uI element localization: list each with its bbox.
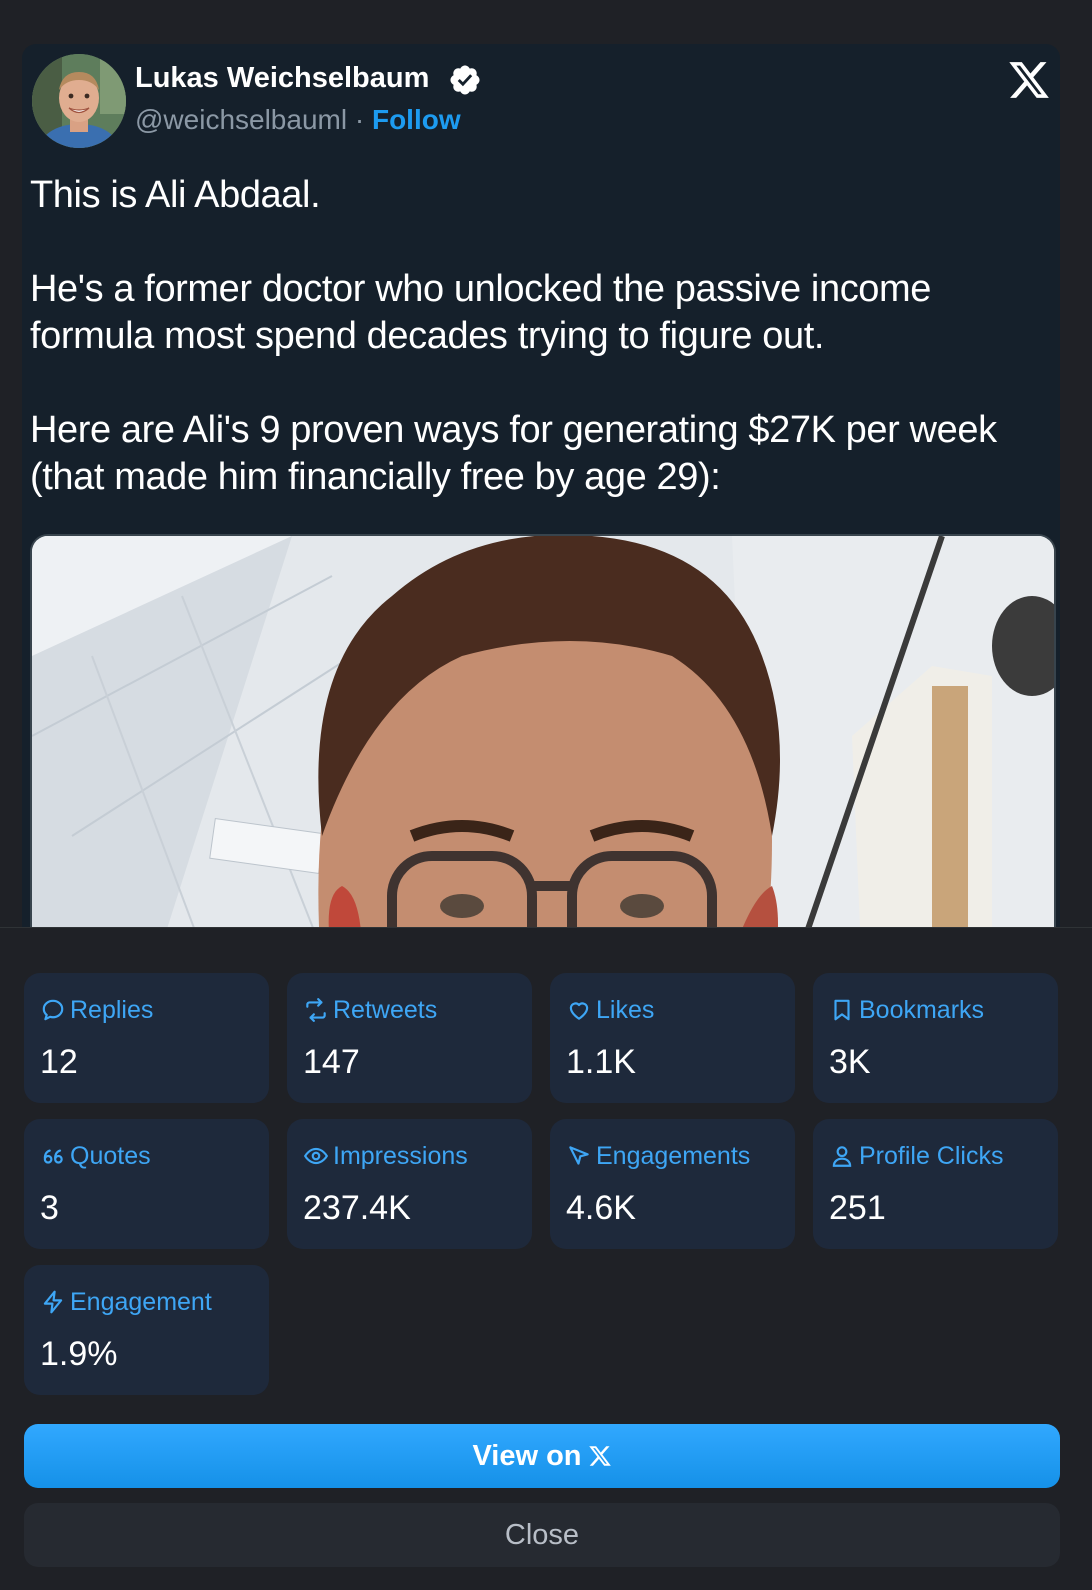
x-logo-icon[interactable]: [1006, 58, 1052, 102]
stat-card-engagement-rate: Engagement 1.9%: [24, 1265, 269, 1395]
photo-image: [32, 536, 1054, 927]
reply-icon: [42, 999, 64, 1021]
bookmark-icon: [834, 999, 850, 1021]
stat-label: Impressions: [333, 1141, 468, 1170]
avatar[interactable]: [32, 54, 126, 148]
stat-label-row: Engagement: [40, 1287, 269, 1317]
verified-badge-icon: [450, 65, 480, 95]
tweet-paragraph: He's a former doctor who unlocked the pa…: [30, 268, 932, 357]
stat-value: 1.9%: [40, 1335, 118, 1373]
stat-label: Replies: [70, 995, 154, 1024]
stat-label-row: Profile Clicks: [829, 1141, 1058, 1171]
stat-label: Retweets: [333, 995, 438, 1024]
view-on-x-button[interactable]: View on: [24, 1424, 1060, 1488]
stat-card-quotes: Quotes 3: [24, 1119, 269, 1249]
stat-label-row: Bookmarks: [829, 995, 1058, 1025]
stat-label: Quotes: [70, 1141, 151, 1170]
stat-card-bookmarks: Bookmarks 3K: [813, 973, 1058, 1103]
tweet-card: Lukas Weichselbaum @weichselbauml · Foll…: [22, 44, 1060, 927]
stat-label-row: Impressions: [303, 1141, 532, 1171]
tweet-paragraph: This is Ali Abdaal.: [30, 174, 321, 216]
lightning-icon: [43, 1290, 63, 1314]
stat-card-engagements: Engagements 4.6K: [550, 1119, 795, 1249]
view-button-label: View on: [472, 1439, 582, 1472]
section-divider: [0, 927, 1092, 928]
tweet-scroll-area[interactable]: Lukas Weichselbaum @weichselbauml · Foll…: [0, 0, 1092, 927]
stat-card-likes: Likes 1.1K: [550, 973, 795, 1103]
stat-label-row: Engagements: [566, 1141, 795, 1171]
follow-link[interactable]: Follow: [372, 104, 461, 135]
retweet-icon: [306, 998, 326, 1022]
stat-card-retweets: Retweets 147: [287, 973, 532, 1103]
stat-card-profile-clicks: Profile Clicks 251: [813, 1119, 1058, 1249]
stat-value: 12: [40, 1043, 78, 1081]
stat-value: 147: [303, 1043, 360, 1081]
cursor-icon: [569, 1146, 589, 1165]
stat-value: 1.1K: [566, 1043, 636, 1081]
stat-card-impressions: Impressions 237.4K: [287, 1119, 532, 1249]
stat-value: 3: [40, 1189, 59, 1227]
avatar-image: [32, 54, 126, 148]
stat-label: Likes: [596, 995, 655, 1024]
eye-icon: [303, 1147, 329, 1165]
stat-label-row: Quotes: [40, 1141, 269, 1171]
tweet-paragraph: Here are Ali's 9 proven ways for generat…: [30, 409, 997, 498]
stat-label: Engagements: [596, 1141, 751, 1170]
handle-separator: ·: [354, 104, 365, 135]
author-name[interactable]: Lukas Weichselbaum: [135, 62, 429, 95]
stat-label: Profile Clicks: [859, 1141, 1004, 1170]
stat-label-row: Retweets: [303, 995, 532, 1025]
heart-icon: [569, 1002, 589, 1020]
stat-label-row: Replies: [40, 995, 269, 1025]
stat-value: 251: [829, 1189, 886, 1227]
author-handle-line: @weichselbauml · Follow: [135, 104, 461, 136]
quote-icon: [43, 1149, 63, 1164]
stat-card-replies: Replies 12: [24, 973, 269, 1103]
x-logo-icon: [588, 1446, 611, 1466]
user-icon: [832, 1146, 852, 1167]
tweet-text: This is Ali Abdaal. He's a former doctor…: [30, 172, 1055, 501]
author-handle[interactable]: @weichselbauml: [135, 104, 347, 135]
tweet-preview-modal: Lukas Weichselbaum @weichselbauml · Foll…: [0, 0, 1092, 1590]
close-button[interactable]: Close: [24, 1503, 1060, 1567]
stat-value: 4.6K: [566, 1189, 636, 1227]
stat-label: Bookmarks: [859, 995, 985, 1024]
stat-value: 3K: [829, 1043, 871, 1081]
tweet-media-photo[interactable]: [30, 534, 1056, 927]
stat-label: Engagement: [70, 1287, 212, 1316]
stat-value: 237.4K: [303, 1189, 411, 1227]
stat-label-row: Likes: [566, 995, 795, 1025]
